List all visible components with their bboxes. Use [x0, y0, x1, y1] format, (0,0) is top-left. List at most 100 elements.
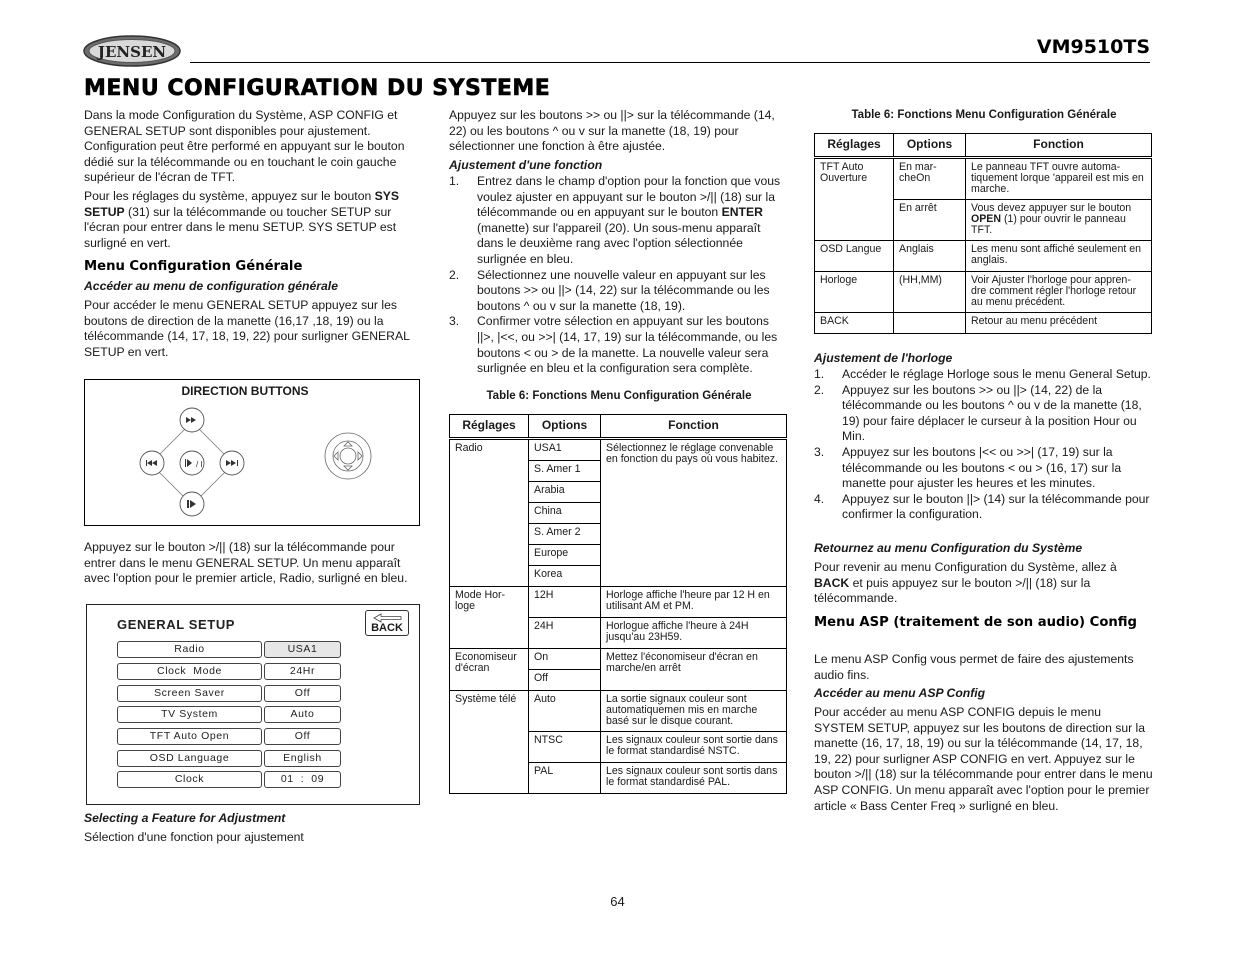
setup-label[interactable]: TV System [117, 706, 262, 723]
setting-cell: Système télé [449, 690, 529, 794]
table-header-row: Réglages Options Fonction [814, 133, 1152, 159]
function-cell: Retour au menu précédent [965, 312, 1152, 334]
header-fonction: Fonction [600, 414, 787, 440]
table-row: Economiseur d'écran On Mettez l'économis… [449, 648, 787, 691]
section-heading-general-config: Menu Configuration Générale [84, 259, 303, 274]
subheading-return-system: Retournez au menu Configuration du Systè… [814, 541, 1083, 555]
table-header-row: Réglages Options Fonction [449, 414, 787, 440]
function-cell: La sortie signaux couleur sont automatiq… [600, 690, 787, 732]
header-reglages: Réglages [814, 133, 894, 159]
option-cell: En arrêt [893, 199, 966, 241]
setup-label[interactable]: Screen Saver [117, 685, 262, 702]
list-item: 1. Entrez dans le champ d'option pour la … [449, 174, 781, 266]
setup-value[interactable]: 01 : 09 [264, 771, 341, 788]
option-cell: PAL [528, 762, 601, 794]
function-cell: Les signaux couleur sont sortis dans le … [600, 762, 787, 794]
function-cell: Mettez l'économiseur d'écran en marche/e… [600, 648, 787, 691]
play-pause-icon[interactable]: / I [179, 450, 205, 476]
list-item: 2. Appuyez sur les boutons >> ou ||> (14,… [814, 382, 1142, 444]
setup-value[interactable]: English [264, 750, 341, 767]
joystick-icon[interactable] [324, 432, 372, 480]
return-paragraph: Pour revenir au menu Configuration du Sy… [814, 560, 1117, 606]
setup-label[interactable]: OSD Language [117, 750, 262, 767]
setup-label[interactable]: Clock [117, 771, 262, 788]
back-label: BACK [371, 622, 403, 634]
function-cell: Voir Ajuster l'horloge pour appren-dre c… [965, 271, 1152, 313]
skip-forward-icon[interactable] [219, 450, 245, 476]
setup-value[interactable]: Off [264, 728, 341, 745]
setting-cell: Radio [449, 438, 529, 587]
option-cell: USA1 [528, 438, 601, 461]
clock-steps-list: 1. Accéder le réglage Horloge sous le men… [814, 367, 1154, 523]
brand-text: JENSEN [96, 43, 167, 61]
figure-caption-title: Selecting a Feature for Adjustment [84, 811, 286, 825]
step-play-icon[interactable] [179, 491, 205, 517]
function-cell: Les menu sont affiché seulement en angla… [965, 240, 1152, 272]
direction-buttons-diagram: DIRECTION BUTTONS / I [84, 379, 420, 526]
table-row: OSD Langue Anglais Les menu sont affiché… [814, 240, 1152, 272]
function-cell: Le panneau TFT ouvre automa-tiquement lo… [965, 157, 1152, 200]
table-caption: Table 6: Fonctions Menu Configuration Gé… [486, 390, 752, 402]
list-item: 2. Sélectionnez une nouvelle valeur en ap… [449, 267, 770, 313]
setting-cell: Horloge [814, 271, 894, 313]
setting-cell: BACK [814, 312, 894, 334]
option-cell: NTSC [528, 731, 601, 763]
asp-access-paragraph: Pour accéder au menu ASP CONFIG depuis l… [814, 705, 1153, 813]
table-caption: Table 6: Fonctions Menu Configuration Gé… [851, 109, 1117, 121]
option-cell: On [528, 648, 601, 670]
select-feature-paragraph: Appuyez sur les boutons >> ou ||> sur la… [449, 108, 775, 154]
back-button[interactable]: BACK [365, 610, 409, 636]
skip-back-icon[interactable] [139, 450, 165, 476]
option-cell: Off [528, 669, 601, 691]
setup-label[interactable]: TFT Auto Open [117, 728, 262, 745]
setup-value[interactable]: 24Hr [264, 663, 341, 680]
list-item: 1. Accéder le réglage Horloge sous le men… [814, 367, 1151, 381]
setting-cell: TFT Auto Ouverture [814, 157, 894, 241]
list-item: 3. Confirmer votre sélection en appuyant … [449, 314, 778, 376]
access-paragraph: Pour accéder le menu GENERAL SETUP appuy… [84, 298, 410, 359]
option-cell: 24H [528, 617, 601, 649]
table-row: Système télé Auto La sortie signaux coul… [449, 690, 787, 794]
functions-table-part1: Réglages Options Fonction Radio USA1 Sél… [449, 414, 787, 794]
sys-setup-paragraph: Pour les réglages du système, appuyez su… [84, 189, 400, 250]
header-divider [190, 62, 1150, 63]
setting-cell: Mode Hor-loge [449, 586, 529, 649]
setup-label[interactable]: Clock Mode [117, 663, 262, 680]
fast-forward-icon[interactable] [179, 407, 205, 433]
subheading-access-general: Accéder au menu de configuration général… [84, 279, 338, 293]
table-row: BACK Retour au menu précédent [814, 312, 1152, 334]
general-setup-screen: GENERAL SETUP BACK Radio USA1 Clock Mode… [86, 604, 420, 805]
setup-value[interactable]: Auto [264, 706, 341, 723]
header-options: Options [528, 414, 601, 440]
option-cell: Arabia [528, 481, 601, 503]
option-cell: Auto [528, 690, 601, 732]
function-cell: Sélectionnez le réglage convenable en fo… [600, 438, 787, 587]
option-cell [893, 312, 966, 334]
general-setup-title: GENERAL SETUP [117, 617, 236, 632]
option-cell: China [528, 502, 601, 524]
option-cell: S. Amer 1 [528, 460, 601, 482]
function-cell: Les signaux couleur sont sortie dans le … [600, 731, 787, 763]
option-cell: Anglais [893, 240, 966, 272]
table-row: Horloge (HH,MM) Voir Ajuster l'horloge p… [814, 271, 1152, 313]
header-fonction: Fonction [965, 133, 1152, 159]
header-options: Options [893, 133, 966, 159]
setup-value-selected[interactable]: USA1 [264, 641, 341, 658]
header-reglages: Réglages [449, 414, 529, 440]
adjust-steps-list: 1. Entrez dans le champ d'option pour la … [449, 174, 789, 377]
option-cell: Europe [528, 544, 601, 566]
setup-value[interactable]: Off [264, 685, 341, 702]
jensen-logo: JENSEN [82, 34, 182, 68]
page-title: MENU CONFIGURATION DU SYSTEME [84, 76, 551, 102]
direction-pad: / I [139, 407, 372, 517]
table-row: Mode Hor-loge 12H Horloge affiche l'heur… [449, 586, 787, 649]
option-cell: Korea [528, 565, 601, 587]
functions-table-part2: Réglages Options Fonction TFT Auto Ouver… [814, 133, 1152, 334]
list-item: 4. Appuyez sur le bouton ||> (14) sur la … [814, 491, 1150, 522]
setting-cell: Economiseur d'écran [449, 648, 529, 691]
table-row: Radio USA1 Sélectionnez le réglage conve… [449, 438, 787, 587]
subheading-access-asp: Accéder au menu ASP Config [814, 686, 986, 700]
table-row: TFT Auto Ouverture En mar-cheOn Le panne… [814, 157, 1152, 241]
setup-label[interactable]: Radio [117, 641, 262, 658]
subheading-clock-adjust: Ajustement de l'horloge [814, 351, 953, 365]
